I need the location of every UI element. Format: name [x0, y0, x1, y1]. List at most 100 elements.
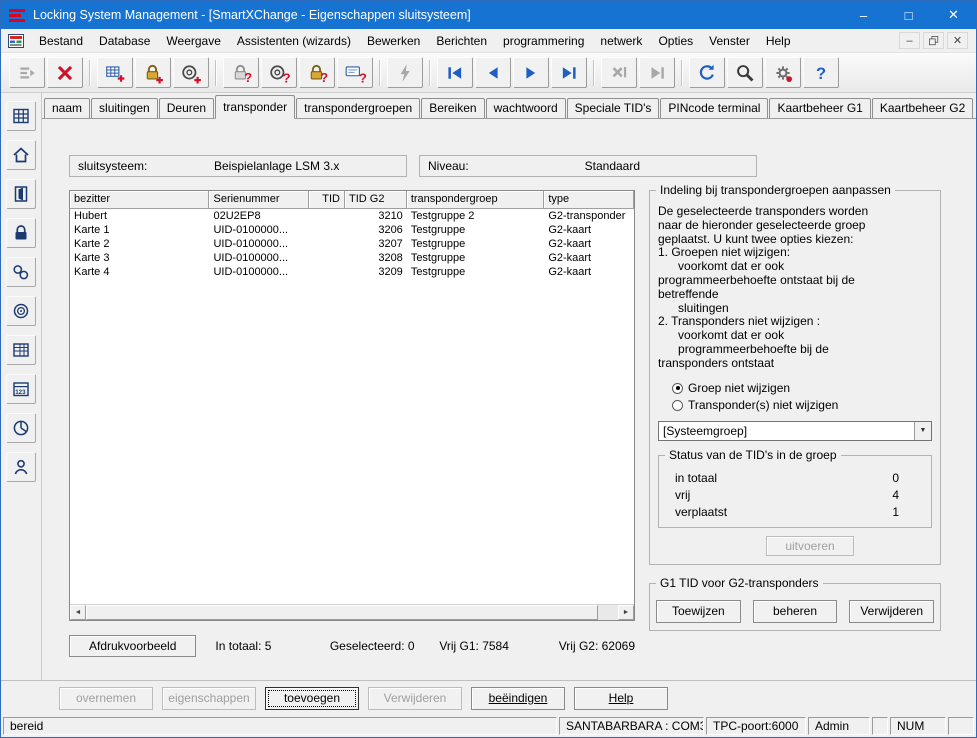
read-transponder-button[interactable]: ?	[261, 57, 297, 88]
settings-button[interactable]	[765, 57, 801, 88]
stats-row: Afdrukvoorbeeld In totaal: 5 Geselecteer…	[69, 635, 635, 657]
menu-item-assistenten-wizards[interactable]: Assistenten (wizards)	[229, 31, 359, 51]
remove-record-icon	[608, 62, 630, 84]
radio-transponders-niet-wijzigen[interactable]: Transponder(s) niet wijzigen	[672, 398, 932, 413]
menu-item-berichten[interactable]: Berichten	[428, 31, 495, 51]
minimize-button[interactable]: –	[841, 1, 886, 29]
tab-wachtwoord[interactable]: wachtwoord	[486, 98, 566, 118]
tab-naam[interactable]: naam	[44, 98, 90, 118]
search-button[interactable]	[727, 57, 763, 88]
scrollbar-track[interactable]	[598, 605, 618, 620]
column-header-tid-g2[interactable]: TID G2	[345, 191, 407, 209]
maximize-button[interactable]: □	[886, 1, 931, 29]
read-lock-alt-button[interactable]: ?	[299, 57, 335, 88]
refresh-button[interactable]	[689, 57, 725, 88]
column-header-serienummer[interactable]: Serienummer	[209, 191, 309, 209]
radio-selected-icon[interactable]	[672, 383, 683, 394]
group-assignment-description: De geselecteerde transponders worden naa…	[658, 205, 932, 371]
read-lock-button[interactable]: ?	[223, 57, 259, 88]
mdi-restore-button[interactable]	[923, 32, 944, 49]
status-bar: bereid SANTABARBARA : COM3TPC-poort:6000…	[1, 715, 976, 737]
radio-group-niet-wijzigen[interactable]: Groep niet wijzigen	[672, 381, 932, 396]
menu-item-programmering[interactable]: programmering	[495, 31, 592, 51]
first-record-icon	[444, 62, 466, 84]
menu-item-netwerk[interactable]: netwerk	[592, 31, 650, 51]
help-button[interactable]: ?	[803, 57, 839, 88]
menu-item-bestand[interactable]: Bestand	[31, 31, 91, 51]
scroll-right-icon[interactable]: ►	[618, 605, 634, 620]
menu-item-opties[interactable]: Opties	[650, 31, 701, 51]
column-header-transpondergroep[interactable]: transpondergroep	[407, 191, 545, 209]
tab-transpondergroepen[interactable]: transpondergroepen	[296, 98, 420, 118]
svg-text:?: ?	[283, 70, 290, 84]
sidebar-item-user[interactable]	[6, 452, 36, 482]
sidebar-item-calendar[interactable]: 123	[6, 374, 36, 404]
disconnect-icon	[54, 62, 76, 84]
bottom-button-toevoegen[interactable]: toevoegen	[265, 687, 359, 710]
read-lock-icon: ?	[230, 62, 252, 84]
menu-item-database[interactable]: Database	[91, 31, 158, 51]
menu-item-venster[interactable]: Venster	[701, 31, 758, 51]
table-row[interactable]: Karte 4UID-0100000...3209TestgruppeG2-ka…	[70, 265, 634, 279]
table-body[interactable]: Hubert02U2EP83210Testgruppe 2G2-transpon…	[70, 209, 634, 604]
chevron-down-icon[interactable]: ▼	[914, 422, 931, 440]
bottom-button-be-indigen[interactable]: beëindigen	[471, 687, 565, 710]
remove-button[interactable]: Verwijderen	[849, 600, 934, 623]
table-cell: G2-kaart	[544, 251, 634, 265]
table-row[interactable]: Hubert02U2EP83210Testgruppe 2G2-transpon…	[70, 209, 634, 223]
new-transponder-button[interactable]	[173, 57, 209, 88]
table-row[interactable]: Karte 3UID-0100000...3208TestgruppeG2-ka…	[70, 251, 634, 265]
tab-sluitingen[interactable]: sluitingen	[91, 98, 158, 118]
radio-unselected-icon[interactable]	[672, 400, 683, 411]
toolbar-separator	[593, 60, 595, 86]
print-preview-button[interactable]: Afdrukvoorbeeld	[69, 635, 196, 657]
menu-item-bewerken[interactable]: Bewerken	[359, 31, 428, 51]
sidebar-item-transponder-target[interactable]	[6, 296, 36, 326]
mdi-minimize-button[interactable]: –	[899, 32, 920, 49]
close-button[interactable]: ✕	[931, 1, 976, 29]
sidebar-item-chart[interactable]	[6, 413, 36, 443]
sidebar-item-lock[interactable]	[6, 218, 36, 248]
sidebar-item-table[interactable]	[6, 335, 36, 365]
tab-transponder[interactable]: transponder	[215, 95, 295, 119]
mdi-close-button[interactable]: ✕	[947, 32, 968, 49]
tab-kaartbeheer-g1[interactable]: Kaartbeheer G1	[769, 98, 870, 118]
group-dropdown[interactable]: [Systeemgroep] ▼	[658, 421, 932, 441]
menu-item-help[interactable]: Help	[758, 31, 799, 51]
next-record-button[interactable]	[513, 57, 549, 88]
column-header-type[interactable]: type	[544, 191, 634, 209]
table-row[interactable]: Karte 2UID-0100000...3207TestgruppeG2-ka…	[70, 237, 634, 251]
table-row[interactable]: Karte 1UID-0100000...3206TestgruppeG2-ka…	[70, 223, 634, 237]
scrollbar-thumb[interactable]	[86, 605, 598, 620]
last-record-button[interactable]	[551, 57, 587, 88]
sidebar-item-home[interactable]	[6, 140, 36, 170]
goto-record-icon	[646, 62, 668, 84]
sidebar-item-transponders[interactable]	[6, 257, 36, 287]
sidebar-item-door[interactable]	[6, 179, 36, 209]
read-card-button[interactable]: ?	[337, 57, 373, 88]
assign-button[interactable]: Toewijzen	[656, 600, 741, 623]
column-header-tid[interactable]: TID	[309, 191, 345, 209]
manage-button[interactable]: beheren	[753, 600, 838, 623]
tab-speciale-tid-s[interactable]: Speciale TID's	[567, 98, 660, 118]
chart-icon	[11, 418, 31, 438]
sidebar-item-matrix[interactable]	[6, 101, 36, 131]
scroll-left-icon[interactable]: ◄	[70, 605, 86, 620]
table-cell: G2-kaart	[544, 223, 634, 237]
horizontal-scrollbar[interactable]: ◄ ►	[70, 604, 634, 620]
last-record-icon	[558, 62, 580, 84]
new-lock-button[interactable]	[135, 57, 171, 88]
tab-pincode-terminal[interactable]: PINcode terminal	[660, 98, 768, 118]
column-header-bezitter[interactable]: bezitter	[70, 191, 209, 209]
menu-item-weergave[interactable]: Weergave	[158, 31, 228, 51]
tab-kaartbeheer-g2[interactable]: Kaartbeheer G2	[872, 98, 973, 118]
bottom-button-help[interactable]: Help	[574, 687, 668, 710]
table-cell: Karte 2	[70, 237, 209, 251]
table-cell: G2-transponder	[544, 209, 634, 223]
disconnect-button[interactable]	[47, 57, 83, 88]
first-record-button[interactable]	[437, 57, 473, 88]
new-locking-system-button[interactable]	[97, 57, 133, 88]
tab-deuren[interactable]: Deuren	[159, 98, 214, 118]
tab-bereiken[interactable]: Bereiken	[421, 98, 484, 118]
previous-record-button[interactable]	[475, 57, 511, 88]
